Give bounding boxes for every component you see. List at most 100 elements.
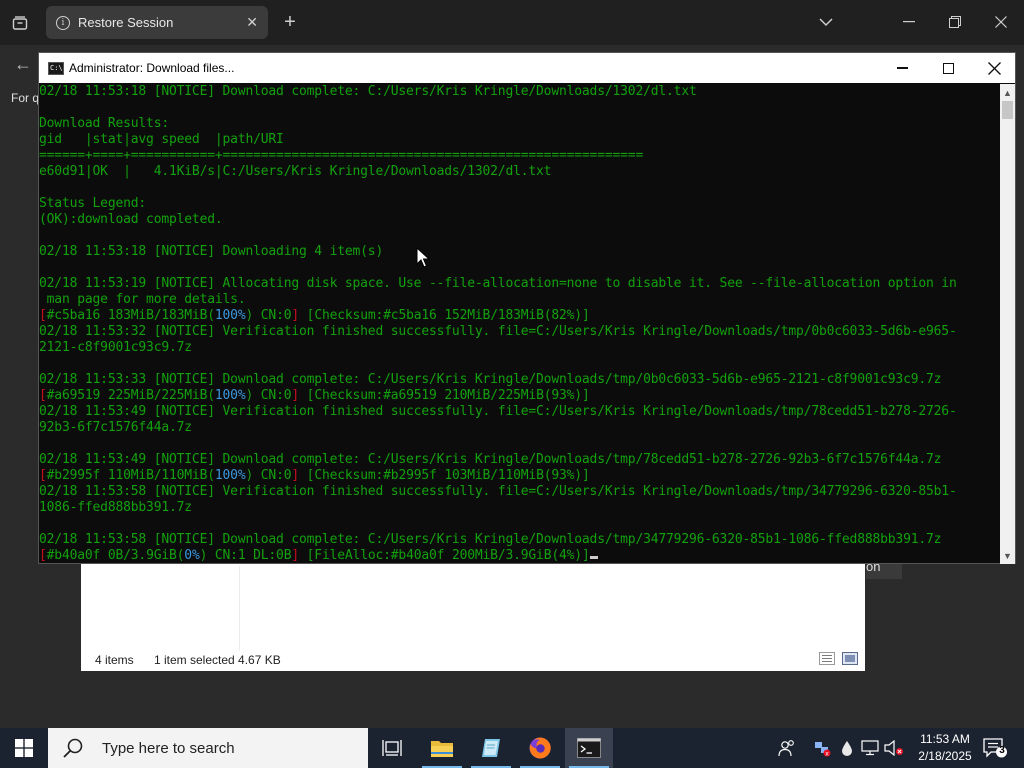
console-segment: Download Results: (39, 116, 169, 131)
scroll-down-icon[interactable]: ▼ (1000, 547, 1015, 564)
console-segment: ) CN:0 (245, 468, 292, 483)
console-segment: 100% (214, 468, 246, 483)
task-view-button[interactable] (368, 728, 416, 768)
console-segment: ) CN:0 (245, 388, 292, 403)
console-segment: ======+====+===========+================… (39, 148, 644, 163)
people-icon[interactable] (777, 738, 797, 758)
firefox-taskbar-button[interactable] (516, 728, 564, 768)
console-segment: 100% (214, 308, 246, 323)
taskbar-clock[interactable]: 11:53 AM 2/18/2025 (909, 731, 981, 765)
console-segment: [Checksum:#a69519 210MiB/225MiB(93%)] (299, 388, 590, 403)
console-segment: [ (39, 388, 47, 403)
notification-center-button[interactable]: 3 (982, 737, 1008, 759)
terminal-icon (577, 738, 601, 758)
console-line: 1086-ffed888bb391.7z (39, 500, 1000, 516)
browser-page-text: For q (11, 91, 40, 105)
console-segment: [ (39, 468, 47, 483)
file-explorer-taskbar-button[interactable] (418, 728, 466, 768)
console-line: (OK):download completed. (39, 212, 1000, 228)
clock-time: 11:53 AM (920, 732, 970, 746)
console-line: 02/18 11:53:18 [NOTICE] Download complet… (39, 84, 1000, 100)
browser-close-button[interactable] (990, 12, 1012, 32)
console-segment: #c5ba16 183MiB/183MiB( (46, 308, 215, 323)
mouse-pointer-icon (416, 247, 430, 268)
console-segment: Status Legend: (39, 196, 147, 211)
water-drop-icon[interactable] (837, 738, 857, 758)
console-segment: 02/18 11:53:33 [NOTICE] Download complet… (39, 372, 942, 387)
notepad-icon (482, 739, 500, 757)
console-segment: 02/18 11:53:58 [NOTICE] Verification fin… (39, 484, 957, 499)
console-segment: 100% (214, 388, 246, 403)
browser-minimize-button[interactable] (898, 12, 920, 32)
text-cursor (589, 556, 598, 559)
network-error-icon[interactable]: x (812, 738, 832, 758)
taskbar-search-box[interactable]: Type here to search (48, 728, 368, 768)
minimize-icon (896, 67, 908, 69)
command-prompt-icon: C:\ (48, 62, 64, 75)
console-segment: ) CN:1 DL:0B (199, 548, 292, 563)
tab-restore-session[interactable]: i Restore Session ✕ (46, 6, 268, 39)
search-placeholder: Type here to search (102, 739, 235, 757)
scroll-up-icon[interactable]: ▲ (1000, 84, 1015, 101)
taskbar: Type here to search x 11:53 AM 2/18/2025… (0, 728, 1024, 768)
console-segment: #a69519 225MiB/225MiB( (46, 388, 215, 403)
console-line: ======+====+===========+================… (39, 148, 1000, 164)
console-segment: [FileAlloc:#b40a0f 200MiB/3.9GiB(4%)] (299, 548, 590, 563)
start-button[interactable] (0, 728, 48, 768)
console-line: 02/18 11:53:32 [NOTICE] Verification fin… (39, 324, 1000, 340)
new-tab-button[interactable]: + (279, 10, 301, 34)
browser-tabstrip: i Restore Session ✕ + (0, 0, 1024, 45)
console-line: man page for more details. (39, 292, 1000, 308)
scrollbar-thumb[interactable] (1002, 101, 1013, 119)
console-scrollbar[interactable]: ▲ ▼ (1000, 84, 1015, 564)
task-view-icon (382, 740, 402, 756)
console-segment: gid |stat|avg speed |path/URI (39, 132, 284, 147)
console-output[interactable]: 02/18 11:53:18 [NOTICE] Download complet… (39, 84, 1000, 564)
file-explorer-window: 4 items 1 item selected 4.67 KB (81, 556, 865, 671)
command-prompt-taskbar-button[interactable] (565, 728, 613, 768)
console-line: 02/18 11:53:58 [NOTICE] Verification fin… (39, 484, 1000, 500)
firefox-icon (529, 737, 551, 759)
console-segment: 02/18 11:53:18 [NOTICE] Downloading 4 it… (39, 244, 384, 259)
console-segment: [ (39, 308, 47, 323)
info-icon: i (56, 15, 70, 30)
console-line: 02/18 11:53:58 [NOTICE] Download complet… (39, 532, 1000, 548)
console-line: 92b3-6f7c1576f44a.7z (39, 420, 1000, 436)
console-maximize-button[interactable] (925, 53, 971, 83)
explorer-status-bar: 4 items 1 item selected 4.67 KB (81, 647, 865, 671)
back-arrow-icon[interactable]: ← (10, 52, 36, 76)
console-segment: [ (39, 548, 47, 563)
console-line: [#b40a0f 0B/3.9GiB(0%) CN:1 DL:0B] [File… (39, 548, 1000, 564)
console-segment: 02/18 11:53:58 [NOTICE] Download complet… (39, 532, 942, 547)
console-segment: [Checksum:#b2995f 103MiB/110MiB(93%)] (299, 468, 590, 483)
tab-title: Restore Session (78, 15, 174, 30)
console-text: 02/18 11:53:18 [NOTICE] Download complet… (39, 84, 1000, 564)
console-line: 02/18 11:53:49 [NOTICE] Download complet… (39, 452, 1000, 468)
console-line: 02/18 11:53:18 [NOTICE] Downloading 4 it… (39, 244, 1000, 260)
network-icon[interactable] (860, 738, 880, 758)
console-segment: 2121-c8f9001c93c9.7z (39, 340, 192, 355)
notification-count: 3 (999, 745, 1005, 756)
console-minimize-button[interactable] (879, 53, 925, 83)
svg-text:x: x (825, 750, 829, 757)
large-icons-view-icon[interactable] (842, 652, 858, 665)
close-icon (987, 61, 1001, 75)
console-line: Status Legend: (39, 196, 1000, 212)
browser-restore-button[interactable] (944, 12, 966, 32)
notepad-taskbar-button[interactable] (467, 728, 515, 768)
volume-muted-icon[interactable] (884, 738, 904, 758)
console-segment: e60d91|OK | 4.1KiB/s|C:/Users/Kris Kring… (39, 164, 552, 179)
chevron-down-icon[interactable] (815, 12, 837, 32)
console-close-button[interactable] (971, 53, 1017, 83)
tab-overview-icon[interactable] (9, 12, 31, 34)
status-selection-size: 1 item selected 4.67 KB (154, 653, 281, 667)
tab-close-icon[interactable]: ✕ (246, 14, 258, 31)
explorer-pane-divider[interactable] (239, 566, 240, 651)
console-segment: ) CN:0 (245, 308, 292, 323)
details-view-icon[interactable] (819, 652, 835, 665)
console-line: [#c5ba16 183MiB/183MiB(100%) CN:0] [Chec… (39, 308, 1000, 324)
console-titlebar[interactable]: C:\ Administrator: Download files... (39, 53, 1015, 83)
console-segment: 02/18 11:53:32 [NOTICE] Verification fin… (39, 324, 957, 339)
